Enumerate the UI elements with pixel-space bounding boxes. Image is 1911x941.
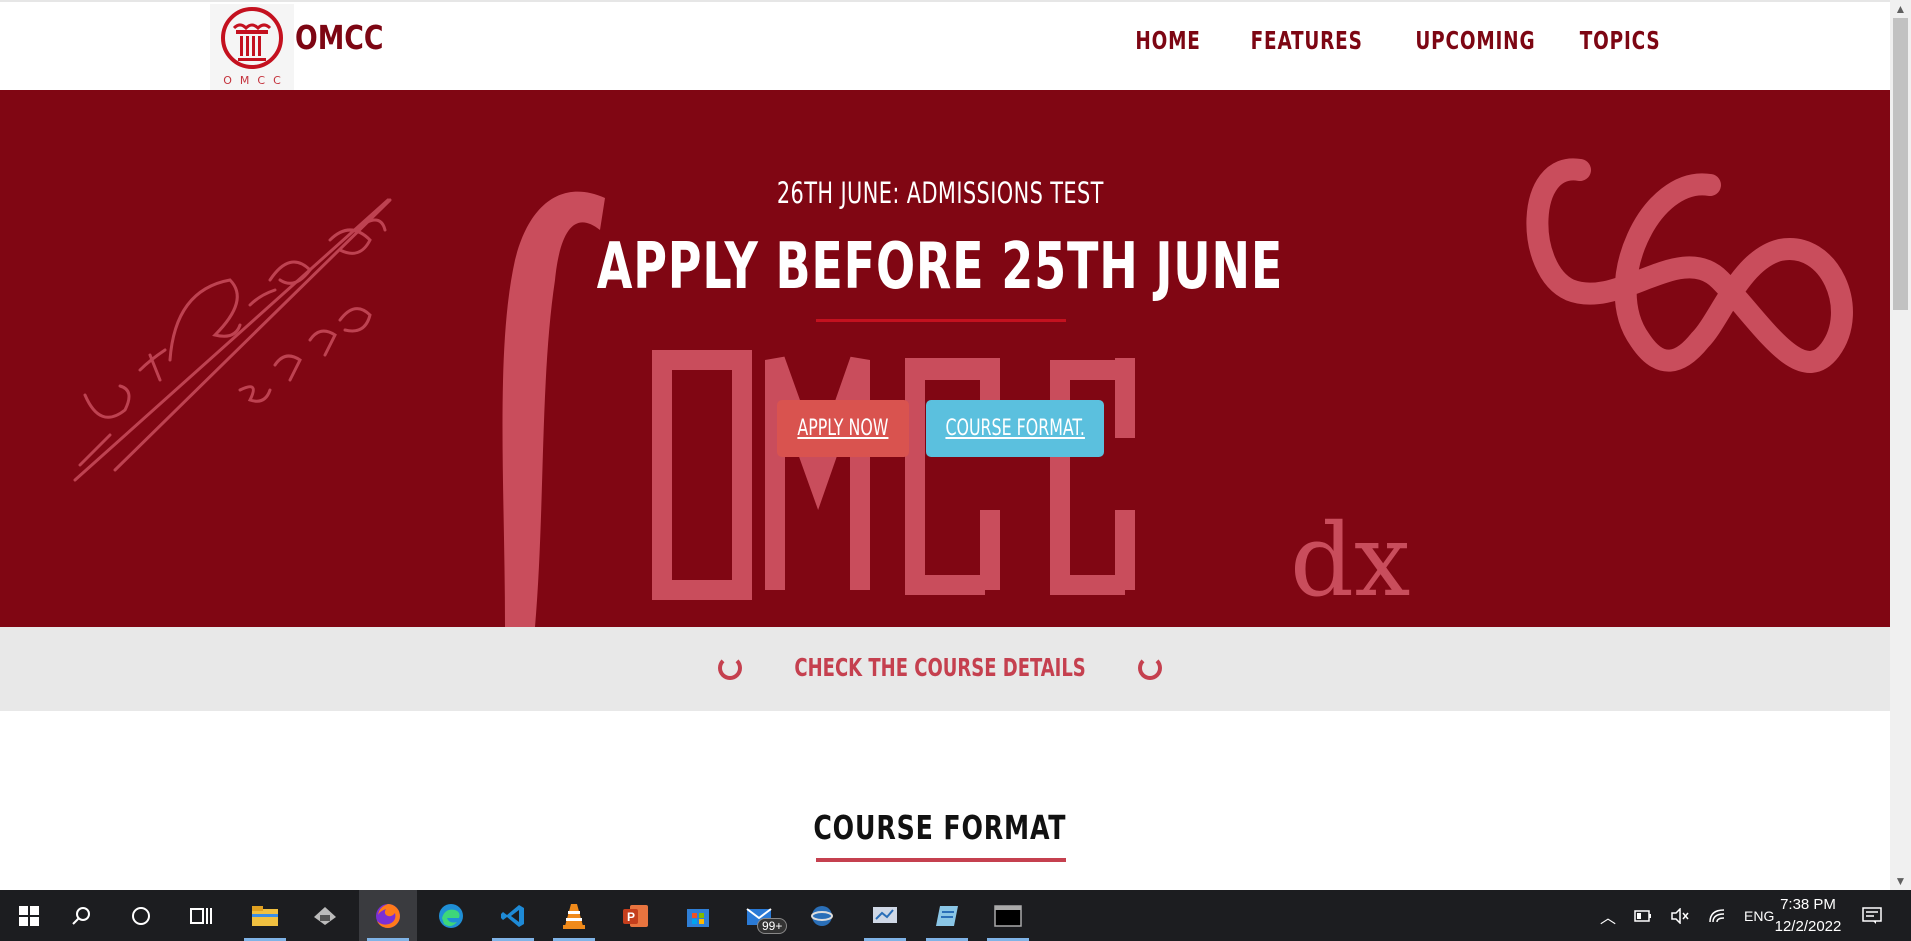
section-title: COURSE FORMAT — [813, 808, 1067, 847]
clock-date: 12/2/2022 — [1774, 918, 1842, 935]
hero-watermark-suffix: dx — [1290, 502, 1410, 619]
taskbar-clock[interactable]: 7:38 PM 12/2/2022 — [1763, 894, 1853, 938]
vscode-icon[interactable] — [484, 890, 542, 941]
file-explorer-icon[interactable] — [236, 890, 294, 941]
app-icon[interactable] — [856, 890, 914, 941]
scroll-down-icon[interactable]: ▼ — [1890, 872, 1911, 890]
volume-muted-icon[interactable] — [1670, 907, 1690, 924]
page-scrollbar[interactable]: ▲ ▼ — [1890, 0, 1911, 890]
hero-background-art: dx — [73, 158, 1853, 627]
scroll-thumb[interactable] — [1893, 18, 1908, 310]
nav-home[interactable]: HOME — [1135, 26, 1200, 55]
vlc-icon[interactable] — [545, 890, 603, 941]
spinner-icon — [717, 655, 742, 680]
mail-badge: 99+ — [757, 918, 788, 934]
powerpoint-icon[interactable]: P — [607, 890, 665, 941]
course-details-link[interactable]: CHECK THE COURSE DETAILS — [794, 653, 1085, 682]
wifi-icon[interactable] — [1708, 908, 1726, 924]
main-nav: HOME FEATURES UPCOMING TOPICS — [1121, 26, 1660, 55]
brand-name[interactable]: OMCC — [295, 18, 384, 57]
windows-taskbar: P 99+ ︿ ENG 7:38 PM 12/2/2022 — [0, 890, 1911, 941]
clock-time: 7:38 PM — [1780, 896, 1836, 913]
system-tray: ︿ ENG — [1600, 890, 1774, 941]
notepad-icon[interactable] — [918, 890, 976, 941]
section-divider — [816, 858, 1066, 862]
course-details-strip[interactable]: CHECK THE COURSE DETAILS — [0, 627, 1890, 711]
logo-caption: OMCC — [223, 74, 289, 87]
notifications-icon[interactable] — [1850, 890, 1894, 941]
nav-features[interactable]: FEATURES — [1251, 26, 1363, 55]
battery-icon[interactable] — [1634, 909, 1652, 922]
mail-icon[interactable]: 99+ — [731, 890, 789, 941]
hero-divider — [816, 319, 1066, 322]
course-format-button[interactable]: COURSE FORMAT. — [926, 400, 1104, 457]
start-icon[interactable] — [0, 890, 58, 941]
hero-banner: dx 26TH JUNE: ADMISSIONS TEST APPLY BEFO… — [0, 90, 1890, 627]
hero-subtitle: 26TH JUNE: ADMISSIONS TEST — [776, 176, 1104, 210]
hero-title: APPLY BEFORE 25TH JUNE — [596, 230, 1284, 304]
logo[interactable]: OMCC — [210, 4, 294, 90]
spinner-icon — [1138, 655, 1163, 680]
store-icon[interactable] — [669, 890, 727, 941]
nav-topics[interactable]: TOPICS — [1579, 26, 1660, 55]
task-view-icon[interactable] — [172, 890, 230, 941]
firefox-icon[interactable] — [359, 890, 417, 941]
search-icon[interactable] — [52, 890, 110, 941]
column-logo-icon — [221, 7, 283, 69]
nav-upcoming[interactable]: UPCOMING — [1415, 26, 1535, 55]
show-hidden-icons-icon[interactable]: ︿ — [1600, 904, 1616, 928]
scroll-up-icon[interactable]: ▲ — [1890, 0, 1911, 18]
app-icon[interactable] — [296, 890, 354, 941]
terminal-icon[interactable] — [979, 890, 1037, 941]
browser-viewport: OMCC OMCC HOME FEATURES UPCOMING TOPICS — [0, 0, 1890, 890]
navbar: OMCC OMCC HOME FEATURES UPCOMING TOPICS — [0, 0, 1890, 90]
svg-text:P: P — [627, 910, 635, 924]
apply-now-button[interactable]: APPLY NOW — [777, 400, 909, 457]
cortana-icon[interactable] — [112, 890, 170, 941]
edge-icon[interactable] — [422, 890, 480, 941]
globe-icon[interactable] — [793, 890, 851, 941]
